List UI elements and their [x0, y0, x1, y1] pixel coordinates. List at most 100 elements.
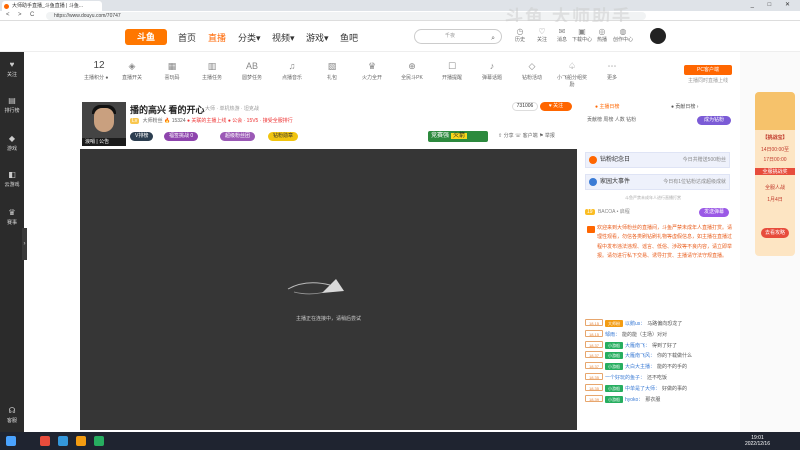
chat-username[interactable]: 中单是了大师：	[625, 386, 660, 392]
nav-home[interactable]: 首页	[178, 31, 196, 44]
pill-fan-club[interactable]: 超级粉丝团	[220, 132, 256, 141]
home-events-box[interactable]: 家园大事件 今日有1位钻粉达成超级成就	[585, 174, 730, 190]
toolbar-item[interactable]: ▦ 喜玩码	[156, 60, 188, 81]
search-input[interactable]: 千夜 ⌕	[414, 29, 502, 44]
toolbar-item[interactable]: ☐ 开播提醒	[436, 60, 468, 81]
nav-live[interactable]: 直播	[208, 31, 226, 44]
share-row[interactable]: ⇧ 分享 ☏ 客户端 ⚑ 举报	[498, 132, 555, 139]
sidebar-item-games[interactable]: ◆ 游戏	[0, 134, 24, 152]
start-icon[interactable]	[6, 436, 16, 446]
sidebar-item-cloud-games[interactable]: ◧ 云游戏	[0, 170, 24, 188]
nav-category[interactable]: 分类▾	[238, 31, 261, 44]
streamer-name[interactable]: 大师粉丝	[143, 118, 163, 124]
stream-category[interactable]: 大师 · 单机热游 · 坦克战	[205, 105, 259, 112]
chat-message[interactable]: 18.39 小游船 hyoko： 那衣服	[585, 394, 735, 404]
toolbar-item[interactable]: ♪ 弹幕话题	[476, 60, 508, 81]
chat-message[interactable]: 18.35 一个好玩的鱼子： 还不吃饭	[585, 373, 735, 382]
tab-contribution-daily[interactable]: ● 贡献日榜 ›	[671, 103, 698, 110]
user-avatar[interactable]	[650, 28, 666, 44]
avatar-face	[94, 108, 114, 132]
chat-username[interactable]: 邹雨：	[605, 332, 620, 338]
ranking-subtabs-text[interactable]: 贡献榜 周榜 人数 钻粉	[587, 116, 636, 123]
chat-username[interactable]: 大雁南飞：	[625, 343, 650, 349]
room-notice-text: 欢迎来到大师粉丝的直播间，斗鱼严禁未成年人直播打赏。请理性观看，勿信各类刷钻刷礼…	[597, 225, 733, 259]
system-clock[interactable]: 19:01 2022/12/16	[745, 435, 770, 447]
messages-button[interactable]: ✉ 消息	[552, 27, 572, 43]
history-button[interactable]: ◷ 历史	[510, 27, 530, 43]
app-icon[interactable]	[94, 436, 104, 446]
toolbar-item[interactable]: ◈ 直播开关	[116, 60, 148, 81]
toolbar-item[interactable]: ◇ 钻粉活动	[516, 60, 548, 81]
nav-video[interactable]: 视频▾	[272, 31, 295, 44]
app-icon[interactable]	[58, 436, 68, 446]
chat-message[interactable]: 18.37 小游船 大白大主播： 能的不的手的	[585, 362, 735, 371]
toolbar-item-label: 礼包	[326, 75, 337, 81]
guild-info[interactable]: ● 公会 · 15V5 · 接受全服排行	[228, 118, 293, 124]
reload-button[interactable]: C	[30, 12, 34, 18]
chat-message[interactable]: 18.35 小游船 中单是了大师： 好做的事的	[585, 383, 735, 393]
sidebar-item-rank[interactable]: ▤ 排行榜	[0, 96, 24, 114]
window-controls[interactable]: _ □ ✕	[751, 1, 796, 8]
ad-button[interactable]: 去看攻略	[761, 228, 789, 238]
video-player[interactable]: 主播正在连接中，请稍后尝试	[80, 149, 577, 430]
follow-button[interactable]: ♥ 关注	[540, 102, 572, 111]
follow-nav-button[interactable]: ♡ 关注	[532, 27, 552, 43]
forward-button[interactable]: >	[18, 12, 22, 18]
app-icon[interactable]	[76, 436, 86, 446]
chat-username[interactable]: 大白大主播：	[625, 364, 655, 370]
toolbar-item[interactable]: AB 圆梦任务	[236, 60, 268, 81]
chat-username[interactable]: 以鹅us：	[625, 321, 645, 327]
back-button[interactable]: <	[6, 12, 10, 18]
nav-fishbar[interactable]: 鱼吧	[340, 31, 358, 44]
tab-anchor-daily[interactable]: ● 主播日榜	[595, 103, 619, 110]
creator-button[interactable]: ◍ 创作中心	[613, 27, 633, 43]
app-icon[interactable]	[40, 436, 50, 446]
competition-badge[interactable]: 竞赛强 火箭	[428, 131, 488, 142]
fan-badge: 大师粉	[605, 320, 623, 327]
toolbar-item[interactable]: ♛ 火力全开	[356, 60, 388, 81]
nav-games[interactable]: 游戏▾	[306, 31, 329, 44]
chat-username[interactable]: 一个好玩的鱼子：	[605, 375, 645, 381]
sidebar-label: 关注	[6, 72, 17, 78]
sidebar-item-follow[interactable]: ♥ 关注	[0, 60, 24, 78]
chat-message[interactable]: 18.37 小游船 大雁南飞风： 你的下载做什么	[585, 351, 735, 360]
send-barrage-button[interactable]: 发送弹幕	[699, 208, 729, 217]
search-icon[interactable]: ⌕	[491, 32, 495, 45]
chat-username[interactable]: hyoko：	[625, 397, 643, 403]
pill-rank[interactable]: V排榜	[130, 132, 154, 141]
toolbar-item[interactable]: ⋯ 更多	[596, 60, 628, 81]
hot-button[interactable]: ◎ 热播	[592, 27, 612, 43]
sidebar-item-service[interactable]: ☊ 客服	[0, 406, 24, 424]
pill-diamond-medal[interactable]: 钻粉勋章	[268, 132, 299, 141]
ranking-subtabs: 贡献榜 周榜 人数 钻粉 成为钻粉	[585, 116, 735, 125]
toolbar-item[interactable]: ▧ 礼包	[316, 60, 348, 81]
hot-icon: ◎	[598, 27, 606, 36]
toolbar-item-label: 钻粉活动	[521, 75, 542, 81]
toolbar-item[interactable]: ⊕ 全民斗PK	[396, 60, 428, 81]
ad-line-3: 17日00:00	[763, 157, 787, 163]
creator-label: 创作中心	[613, 37, 634, 43]
streamer-avatar[interactable]: 浪哨 | 公告	[82, 102, 126, 146]
url-input[interactable]: https://www.douyu.com/70747	[46, 12, 646, 20]
chat-top-name[interactable]: BACOA • 启程	[598, 209, 630, 215]
chat-message[interactable]: 18.37 小游船 大雁南飞： 得到了好了	[585, 340, 735, 350]
event-ad-banner[interactable]: 【挑战宝】 14日00:00至 17日00:00 全服挑战奖 全服人战 1月4日…	[755, 92, 795, 256]
become-diamond-button[interactable]: 成为钻粉	[697, 116, 731, 125]
chat-message[interactable]: 18.15 邹雨： 能的能（主场）对对	[585, 329, 735, 339]
toolbar-item[interactable]: ♫ 点播音乐	[276, 60, 308, 81]
related-notice[interactable]: ● 关联的主播上线	[187, 118, 226, 124]
pill-challenge[interactable]: 福签挑战 0	[164, 132, 199, 141]
sidebar-item-events[interactable]: ♛ 赛事	[0, 208, 24, 226]
sidebar-expand-button[interactable]: ›	[22, 228, 27, 260]
chat-username[interactable]: 大雁南飞风：	[625, 353, 655, 359]
toolbar-item[interactable]: ♤ 小飞船分组奖励	[556, 60, 588, 88]
browser-tab[interactable]: 大师助手直播_斗鱼直播 | 斗鱼...	[2, 1, 102, 11]
toolbar-item-label: 开播提醒	[441, 75, 462, 81]
chat-message[interactable]: 18.15 大师粉 以鹅us： 马路偏向恐龙了	[585, 319, 735, 328]
toolbar-item[interactable]: ▥ 主播任务	[196, 60, 228, 81]
download-button[interactable]: ▣ 下载中心	[572, 27, 592, 43]
toolbar-item-label: 火力全开	[361, 75, 382, 81]
diamond-anniversary-box[interactable]: 钻粉纪念日 今日共赠送500粉丝	[585, 152, 730, 168]
pc-client-button[interactable]: PC客户端	[684, 65, 732, 75]
site-logo[interactable]: 斗鱼	[125, 29, 167, 45]
